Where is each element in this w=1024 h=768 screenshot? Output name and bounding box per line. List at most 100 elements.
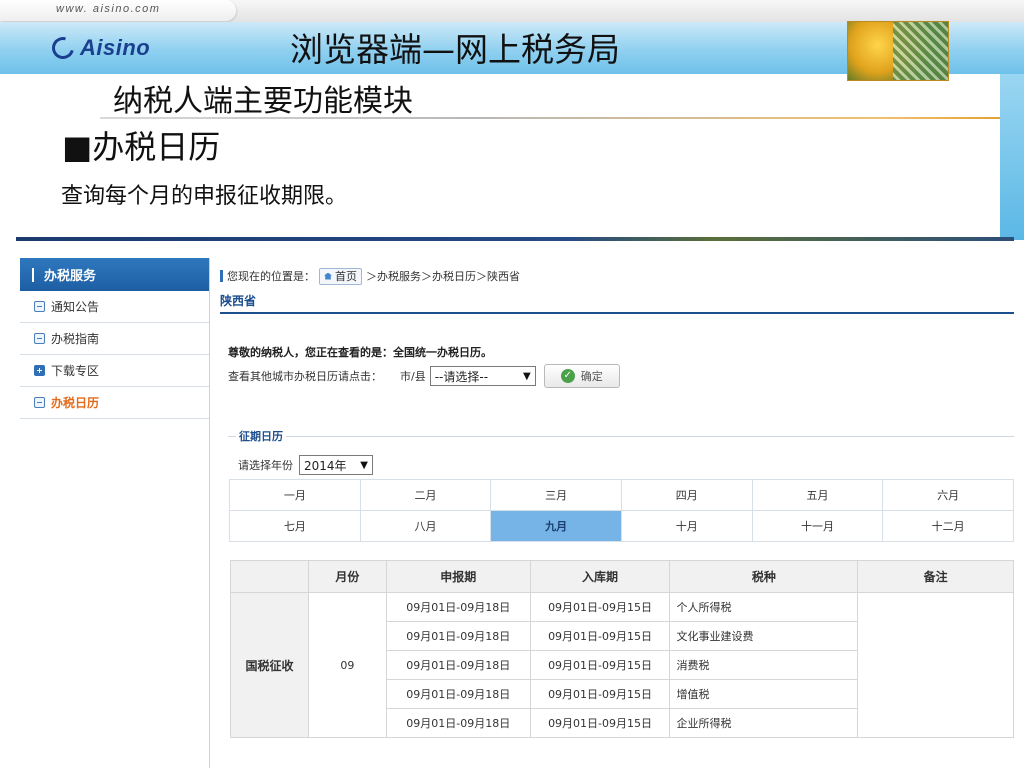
- month-cell-selected[interactable]: 九月: [490, 510, 622, 542]
- city-prompt: 查看其他城市办税日历请点击：: [228, 370, 382, 383]
- page-title: 陕西省: [220, 294, 257, 308]
- sidebar-item-label: 通知公告: [51, 300, 100, 314]
- aisino-logo: Aisino: [47, 32, 151, 64]
- breadcrumb-prefix: 您现在的位置是：: [227, 270, 315, 283]
- sidebar-item-label: 下载专区: [51, 364, 100, 378]
- web-screenshot: 办税服务 通知公告 办税指南 下载专区 办税日历 您现在的位置是： 首页 ＞ 办…: [20, 258, 1014, 768]
- breadcrumb-current: 陕西省: [487, 270, 520, 283]
- month-cell[interactable]: 八月: [359, 510, 492, 542]
- tax-type-cell: 文化事业建设费: [669, 621, 859, 651]
- slide-subtitle: 纳税人端主要功能模块: [113, 84, 413, 119]
- category-cell: 国税征收: [230, 592, 309, 738]
- sidebar-item-label: 办税指南: [51, 332, 100, 346]
- breadcrumb-home-label: 首页: [335, 270, 357, 283]
- sidebar-header-bar: [32, 267, 34, 282]
- title-underline: [220, 312, 1014, 314]
- sidebar-item-guide[interactable]: 办税指南: [20, 323, 209, 355]
- tax-calendar-panel: 征期日历 请选择年份 2014年 ▼ 一月 二月 三月 四月 五月 六月 七月 …: [228, 428, 1014, 546]
- month-row: 一月 二月 三月 四月 五月 六月: [229, 479, 1014, 511]
- slide-title: 浏览器端—网上税务局: [290, 30, 620, 69]
- section-heading: ■办税日历: [62, 128, 221, 166]
- breadcrumb-separator: ＞: [476, 270, 487, 283]
- year-selector-row: 请选择年份 2014年 ▼: [238, 455, 373, 475]
- city-select[interactable]: --请选择-- ▼: [429, 366, 536, 386]
- sidebar-header: 办税服务: [20, 258, 209, 291]
- year-label: 请选择年份: [238, 459, 293, 472]
- declare-period-cell: 09月01日-09月18日: [385, 592, 531, 622]
- remarks-cell: [857, 592, 1014, 738]
- column-header: 月份: [307, 560, 387, 593]
- sidebar-header-label: 办税服务: [44, 269, 97, 284]
- plus-square-icon: [34, 365, 45, 376]
- storage-period-cell: 09月01日-09月15日: [529, 679, 671, 709]
- month-value-cell: 09: [307, 592, 387, 738]
- main-content: 您现在的位置是： 首页 ＞ 办税服务 ＞ 办税日历 ＞ 陕西省 陕西省 尊敬的纳…: [220, 258, 1014, 768]
- calendar-legend: 征期日历: [236, 428, 286, 444]
- subtitle-rule: [100, 117, 1024, 119]
- confirm-button-label: 确定: [580, 370, 603, 383]
- sidebar-item-tax-calendar[interactable]: 办税日历: [20, 387, 209, 419]
- section-description: 查询每个月的申报征收期限。: [61, 184, 348, 209]
- month-cell[interactable]: 一月: [229, 479, 361, 511]
- sidebar-item-label: 办税日历: [51, 396, 100, 410]
- month-cell[interactable]: 四月: [620, 479, 753, 511]
- column-header: 税种: [669, 560, 859, 593]
- breadcrumb: 您现在的位置是： 首页 ＞ 办税服务 ＞ 办税日历 ＞ 陕西省: [220, 266, 520, 286]
- tax-type-cell: 消费税: [669, 650, 859, 680]
- tax-schedule-table: 月份 申报期 入库期 税种 备注 国税征收 09 09月01日-09月18日 0…: [230, 560, 1014, 738]
- minus-square-icon: [34, 333, 45, 344]
- home-icon: [324, 272, 332, 280]
- sidebar-item-notices[interactable]: 通知公告: [20, 291, 209, 323]
- declare-period-cell: 09月01日-09月18日: [385, 621, 531, 651]
- month-cell[interactable]: 七月: [229, 510, 361, 542]
- month-cell[interactable]: 十二月: [882, 510, 1014, 542]
- month-cell[interactable]: 六月: [882, 479, 1014, 511]
- storage-period-cell: 09月01日-09月15日: [529, 708, 671, 738]
- year-select[interactable]: 2014年 ▼: [299, 455, 373, 475]
- table-header-row: 月份 申报期 入库期 税种 备注: [230, 560, 1014, 593]
- slide-top-bar: www. aisino.com: [0, 0, 1024, 22]
- month-grid: 一月 二月 三月 四月 五月 六月 七月 八月 九月 十月 十一月 十二月: [229, 479, 1014, 542]
- minus-square-icon: [34, 301, 45, 312]
- city-select-value: --请选择--: [434, 369, 489, 384]
- header-photo: [847, 21, 949, 81]
- notice-text: 尊敬的纳税人，您正在查看的是：全国统一办税日历。: [228, 346, 492, 359]
- declare-period-cell: 09月01日-09月18日: [385, 650, 531, 680]
- sidebar-item-downloads[interactable]: 下载专区: [20, 355, 209, 387]
- storage-period-cell: 09月01日-09月15日: [529, 592, 671, 622]
- column-header: 备注: [857, 560, 1014, 593]
- month-cell[interactable]: 十一月: [751, 510, 884, 542]
- month-row: 七月 八月 九月 十月 十一月 十二月: [229, 510, 1014, 542]
- month-cell[interactable]: 十月: [620, 510, 753, 542]
- declare-period-cell: 09月01日-09月18日: [385, 708, 531, 738]
- city-label: 市/县: [400, 370, 426, 383]
- check-icon: ✓: [560, 369, 575, 383]
- breadcrumb-marker: [220, 270, 223, 282]
- tax-type-cell: 企业所得税: [669, 708, 859, 738]
- table-row: 国税征收 09 09月01日-09月18日 09月01日-09月15日 个人所得…: [230, 592, 1014, 738]
- logo-text: Aisino: [80, 35, 151, 60]
- breadcrumb-home-link[interactable]: 首页: [319, 267, 362, 285]
- chevron-down-icon: ▼: [523, 370, 531, 382]
- breadcrumb-separator: ＞: [421, 270, 432, 283]
- confirm-button[interactable]: ✓ 确定: [543, 364, 620, 388]
- sidebar: 办税服务 通知公告 办税指南 下载专区 办税日历: [20, 258, 210, 768]
- aisino-logo-icon: [47, 32, 79, 64]
- storage-period-cell: 09月01日-09月15日: [529, 650, 671, 680]
- month-cell[interactable]: 三月: [490, 479, 622, 511]
- year-select-value: 2014年: [304, 458, 347, 473]
- declare-period-cell: 09月01日-09月18日: [385, 679, 531, 709]
- column-header: 申报期: [385, 560, 531, 593]
- breadcrumb-item[interactable]: 办税日历: [432, 268, 476, 284]
- column-header: 入库期: [529, 560, 671, 593]
- breadcrumb-item[interactable]: 办税服务: [377, 268, 421, 284]
- chevron-down-icon: ▼: [360, 459, 368, 471]
- month-cell[interactable]: 五月: [751, 479, 884, 511]
- right-decor-strip: [1000, 74, 1024, 240]
- tax-type-cell: 增值税: [669, 679, 859, 709]
- month-cell[interactable]: 二月: [359, 479, 492, 511]
- column-header: [230, 560, 309, 593]
- breadcrumb-separator: ＞: [366, 270, 377, 283]
- city-selector-row: 查看其他城市办税日历请点击： 市/县 --请选择-- ▼ ✓ 确定: [228, 364, 620, 388]
- divider-band: [16, 237, 1014, 241]
